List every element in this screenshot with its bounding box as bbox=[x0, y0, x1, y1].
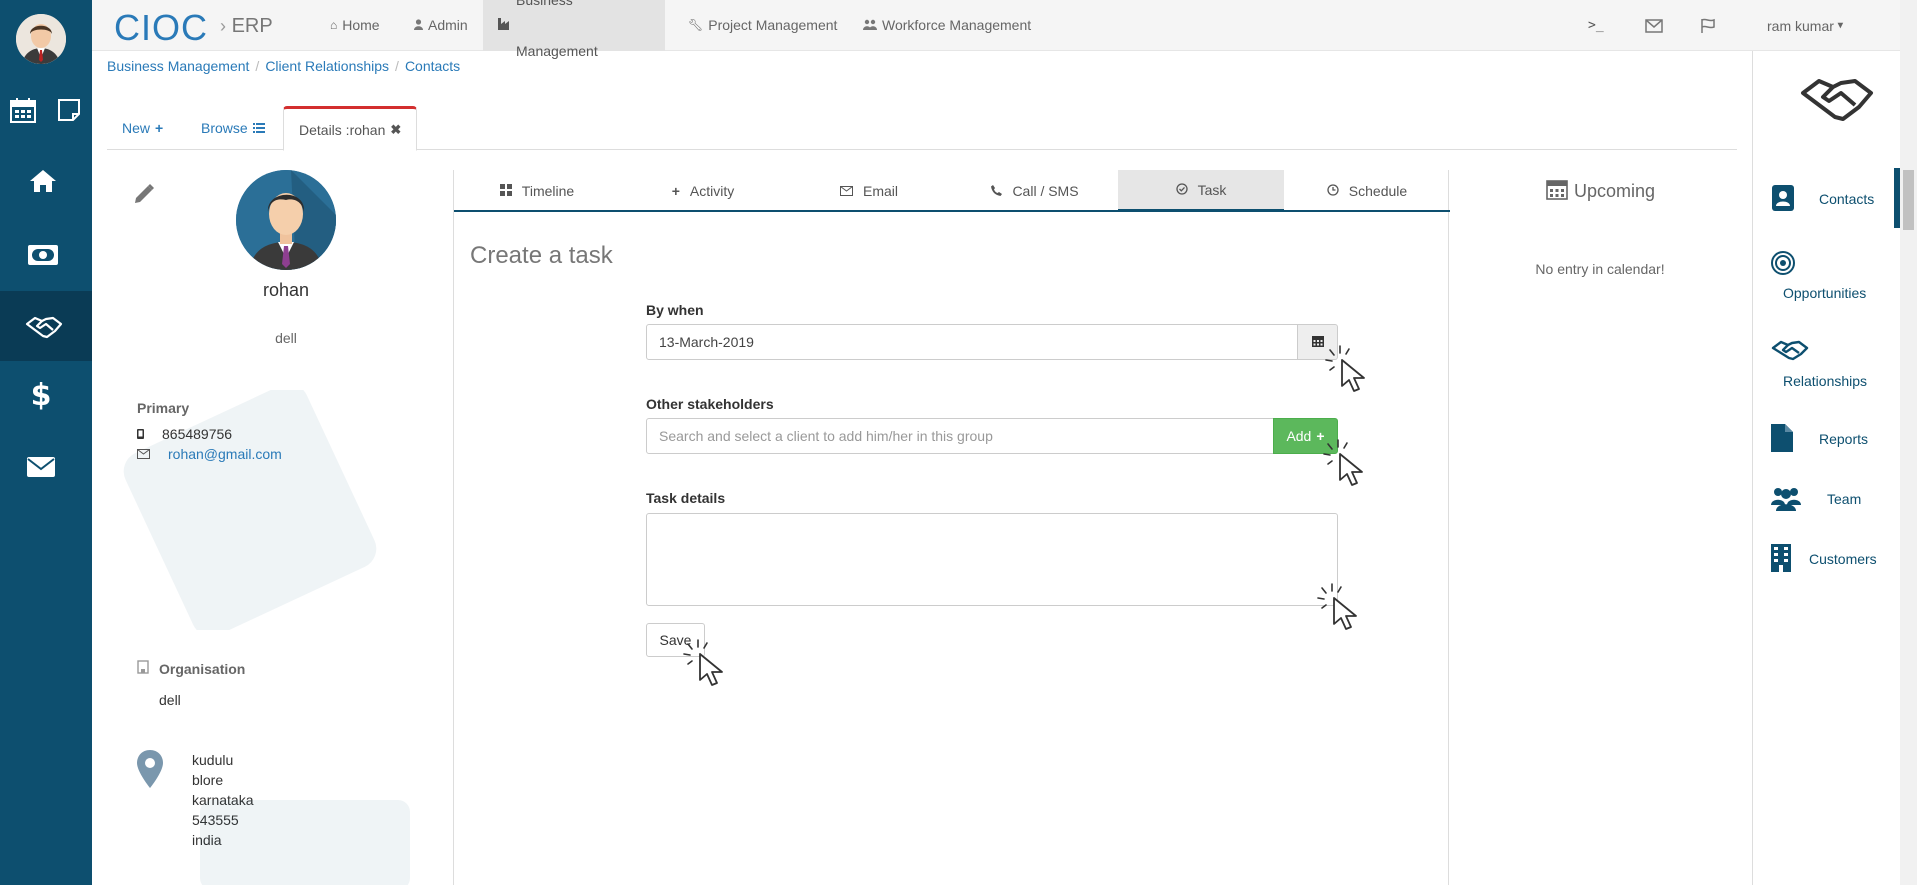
nav-project-management[interactable]: 🔧︎ Project Management bbox=[673, 0, 852, 51]
building-icon bbox=[1771, 543, 1791, 575]
organisation-value: dell bbox=[159, 692, 181, 708]
user-icon bbox=[414, 0, 423, 51]
tab-new[interactable]: New + bbox=[107, 106, 178, 150]
breadcrumb-client-relationships[interactable]: Client Relationships bbox=[265, 58, 389, 74]
stakeholders-search-input[interactable]: Search and select a client to add him/he… bbox=[646, 418, 1274, 454]
contact-name: rohan bbox=[262, 280, 310, 300]
scrollbar-thumb[interactable] bbox=[1903, 170, 1914, 230]
tab-email[interactable]: Email bbox=[786, 170, 952, 212]
rightnav-team[interactable]: Team bbox=[1753, 483, 1901, 515]
plus-icon: + bbox=[155, 120, 164, 136]
click-cursor-icon bbox=[680, 634, 736, 693]
stakeholders-label: Other stakeholders bbox=[646, 396, 774, 412]
brand-logo[interactable]: CIOC bbox=[114, 7, 208, 49]
rightnav-customers[interactable]: Customers bbox=[1753, 543, 1901, 575]
upcoming-title: Upcoming bbox=[1546, 178, 1655, 205]
users-icon bbox=[863, 0, 877, 51]
rightnav-contacts[interactable]: Contacts bbox=[1753, 183, 1901, 215]
tab-browse[interactable]: Browse bbox=[186, 106, 280, 150]
activity-tabs: Timeline + Activity Email Call / SMS Tas… bbox=[454, 170, 1450, 212]
breadcrumb-contacts[interactable]: Contacts bbox=[405, 58, 460, 74]
envelope-icon[interactable] bbox=[1645, 0, 1663, 51]
list-icon bbox=[252, 106, 265, 150]
contact-book-icon bbox=[1771, 184, 1795, 214]
by-when-input[interactable]: 13-March-2019 bbox=[646, 324, 1298, 360]
user-menu[interactable]: ram kumar ▾ bbox=[1767, 0, 1843, 51]
money-icon[interactable] bbox=[26, 240, 60, 270]
tab-timeline[interactable]: Timeline bbox=[454, 170, 620, 212]
wrench-icon: 🔧︎ bbox=[688, 18, 704, 32]
form-title: Create a task bbox=[470, 242, 613, 269]
building-icon bbox=[137, 660, 149, 677]
mobile-icon bbox=[137, 426, 144, 442]
phone-row: 865489756 bbox=[137, 426, 232, 442]
edit-pencil-icon[interactable] bbox=[132, 182, 156, 209]
tab-details[interactable]: Details :rohan ✖ bbox=[283, 106, 418, 151]
breadcrumb-business-management[interactable]: Business Management bbox=[107, 58, 249, 74]
tab-call-sms[interactable]: Call / SMS bbox=[952, 170, 1118, 212]
plus-icon: + bbox=[671, 183, 680, 199]
clock-icon bbox=[1327, 183, 1339, 199]
nav-home[interactable]: ⌂ Home bbox=[315, 0, 395, 51]
contact-avatar bbox=[236, 170, 336, 270]
email-link[interactable]: rohan@gmail.com bbox=[168, 446, 282, 462]
home-icon: ⌂ bbox=[330, 18, 338, 32]
envelope-icon bbox=[137, 446, 150, 462]
phone-icon bbox=[991, 183, 1003, 199]
email-row: rohan@gmail.com bbox=[137, 446, 282, 462]
envelope-icon bbox=[839, 183, 853, 199]
nav-business-management[interactable]: Business Management bbox=[483, 0, 665, 59]
calendar-icon bbox=[1546, 178, 1568, 205]
users-icon bbox=[1771, 485, 1801, 514]
rightnav-reports[interactable]: Reports bbox=[1753, 423, 1901, 455]
file-icon bbox=[1771, 423, 1793, 455]
contact-profile: rohan dell Primary 865489756 rohan@gmail… bbox=[120, 170, 450, 885]
handshake-icon[interactable] bbox=[24, 310, 64, 344]
check-circle-icon bbox=[1175, 182, 1188, 198]
calendar-icon[interactable] bbox=[8, 95, 38, 125]
terminal-icon[interactable]: >_ bbox=[1588, 0, 1604, 51]
by-when-label: By when bbox=[646, 302, 704, 318]
contact-company: dell bbox=[275, 330, 297, 346]
target-icon bbox=[1771, 251, 1795, 278]
envelope-icon[interactable] bbox=[26, 455, 56, 479]
sticky-note-icon[interactable] bbox=[54, 95, 84, 125]
rightnav-opportunities[interactable]: Opportunities bbox=[1753, 249, 1901, 309]
phone-value: 865489756 bbox=[162, 426, 233, 442]
task-details-label: Task details bbox=[646, 490, 726, 506]
tab-activity[interactable]: + Activity bbox=[620, 170, 786, 212]
close-icon[interactable]: ✖ bbox=[390, 110, 401, 150]
activity-panel: Timeline + Activity Email Call / SMS Tas… bbox=[453, 170, 1450, 885]
left-sidebar: $ bbox=[0, 0, 92, 885]
chevron-down-icon: ▾ bbox=[1837, 20, 1843, 31]
task-details-textarea[interactable] bbox=[646, 513, 1338, 606]
record-tabs: New + Browse Details :rohan ✖ bbox=[107, 106, 1737, 151]
click-cursor-icon bbox=[1314, 578, 1370, 637]
map-marker-icon bbox=[137, 750, 163, 791]
top-navbar: CIOC › ERP ⌂ Home Admin Business Managem… bbox=[92, 0, 1900, 59]
home-icon[interactable] bbox=[28, 166, 58, 196]
tab-schedule[interactable]: Schedule bbox=[1284, 170, 1450, 212]
dollar-icon[interactable]: $ bbox=[26, 378, 56, 413]
brand-sub: › ERP bbox=[220, 15, 273, 37]
calendar-watermark-icon bbox=[200, 800, 410, 885]
flag-icon[interactable] bbox=[1700, 0, 1716, 51]
nav-admin[interactable]: Admin bbox=[399, 0, 483, 51]
th-large-icon bbox=[499, 183, 512, 199]
handshake-icon bbox=[1799, 73, 1875, 128]
click-cursor-icon bbox=[1322, 340, 1378, 399]
primary-label: Primary bbox=[137, 400, 190, 416]
nav-workforce-management[interactable]: Workforce Management bbox=[848, 0, 1046, 51]
right-module-nav: Contacts Opportunities Relationships Rep… bbox=[1752, 51, 1900, 885]
click-cursor-icon bbox=[1320, 434, 1376, 493]
industry-icon bbox=[498, 0, 511, 51]
organisation-label: Organisation bbox=[137, 660, 245, 677]
breadcrumb: Business Management / Client Relationshi… bbox=[107, 58, 461, 74]
tab-task[interactable]: Task bbox=[1118, 170, 1284, 212]
handshake-icon bbox=[1771, 339, 1809, 364]
page-scrollbar[interactable] bbox=[1900, 0, 1917, 885]
user-avatar[interactable] bbox=[16, 14, 66, 64]
upcoming-empty-text: No entry in calendar! bbox=[1535, 261, 1665, 277]
rightnav-relationships[interactable]: Relationships bbox=[1753, 337, 1901, 397]
